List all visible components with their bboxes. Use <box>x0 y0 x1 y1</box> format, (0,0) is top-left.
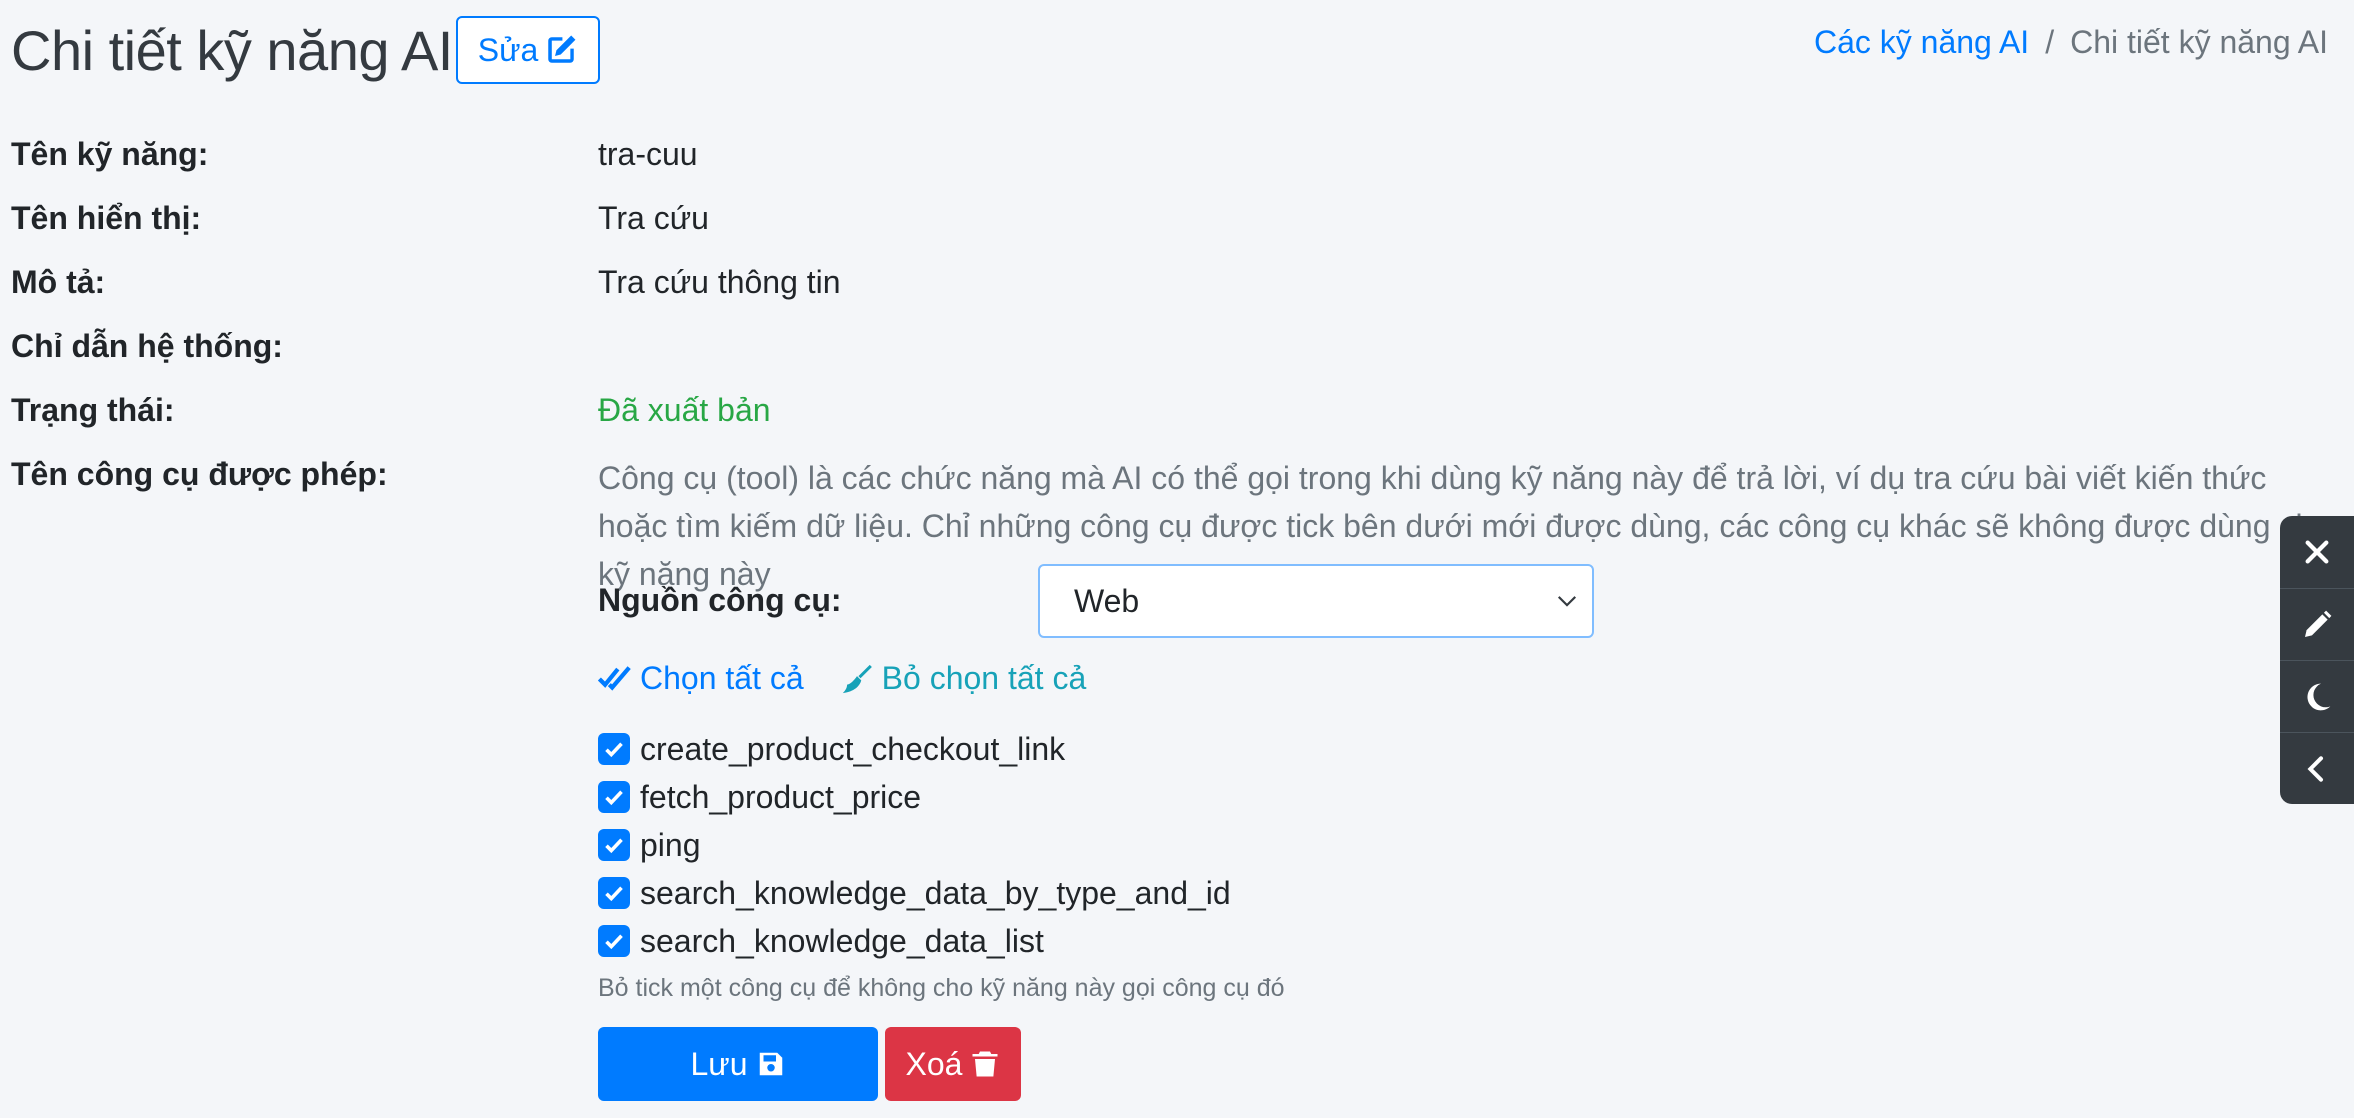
display-name-label: Tên hiển thị: <box>11 200 202 236</box>
moon-icon <box>2307 683 2331 711</box>
status-badge: Đã xuất bản <box>598 392 771 428</box>
list-item: ping <box>598 821 1231 869</box>
check-icon <box>605 838 623 854</box>
save-button[interactable]: Lưu <box>598 1027 878 1101</box>
display-name-value: Tra cứu <box>598 200 709 236</box>
edit-icon <box>548 35 576 63</box>
check-icon <box>605 886 623 902</box>
tool-checkbox[interactable] <box>598 781 630 813</box>
edit-label: Sửa <box>477 31 539 68</box>
delete-label: Xoá <box>905 1045 963 1082</box>
close-icon <box>2305 540 2329 564</box>
list-item: create_product_checkout_link <box>598 725 1231 773</box>
tool-name: search_knowledge_data_by_type_and_id <box>640 874 1231 911</box>
tool-source-select[interactable]: Web <box>1038 564 1594 638</box>
check-icon <box>605 934 623 950</box>
skill-name-label: Tên kỹ năng: <box>11 136 209 172</box>
chevron-left-icon <box>2307 756 2323 782</box>
double-check-icon <box>598 665 631 691</box>
breadcrumb-separator: / <box>2045 24 2055 60</box>
tool-checkbox[interactable] <box>598 733 630 765</box>
edit-button[interactable]: Sửa <box>456 16 600 84</box>
tool-checkbox[interactable] <box>598 925 630 957</box>
description-label: Mô tả: <box>11 264 106 300</box>
skill-name-value: tra-cuu <box>598 136 698 172</box>
allowed-tools-label: Tên công cụ được phép: <box>11 456 388 492</box>
tool-name: fetch_product_price <box>640 778 922 815</box>
tool-name: search_knowledge_data_list <box>640 922 1044 959</box>
side-toolbar <box>2280 516 2354 804</box>
select-all-link[interactable]: Chọn tất cả <box>598 660 804 697</box>
system-instruction-label: Chỉ dẫn hệ thống: <box>11 328 283 364</box>
side-edit-button[interactable] <box>2280 588 2354 661</box>
tool-checkbox[interactable] <box>598 877 630 909</box>
list-item: fetch_product_price <box>598 773 1231 821</box>
select-all-label: Chọn tất cả <box>640 660 804 696</box>
side-dark-mode-button[interactable] <box>2280 660 2354 733</box>
check-icon <box>605 742 623 758</box>
delete-button[interactable]: Xoá <box>885 1027 1021 1101</box>
broom-icon <box>842 664 872 693</box>
status-label: Trạng thái: <box>11 392 175 428</box>
breadcrumb-link-skills[interactable]: Các kỹ năng AI <box>1814 24 2029 60</box>
list-item: search_knowledge_data_by_type_and_id <box>598 869 1231 917</box>
tool-name: create_product_checkout_link <box>640 730 1066 767</box>
tool-name: ping <box>640 826 701 863</box>
tool-source-selected: Web <box>1074 582 1140 619</box>
list-item: search_knowledge_data_list <box>598 917 1231 965</box>
description-value: Tra cứu thông tin <box>598 264 841 300</box>
tools-hint: Bỏ tick một công cụ để không cho kỹ năng… <box>598 974 1285 1002</box>
side-collapse-button[interactable] <box>2280 732 2354 805</box>
tool-checkbox-list: create_product_checkout_link fetch_produ… <box>598 725 1231 965</box>
pencil-icon <box>2305 610 2332 637</box>
save-label: Lưu <box>690 1045 748 1082</box>
trash-icon <box>972 1051 998 1077</box>
side-close-button[interactable] <box>2280 516 2354 588</box>
selection-links: Chọn tất cả Bỏ chọn tất cả <box>598 660 1086 697</box>
tool-checkbox[interactable] <box>598 829 630 861</box>
deselect-all-label: Bỏ chọn tất cả <box>881 660 1087 696</box>
breadcrumb-current: Chi tiết kỹ năng AI <box>2070 24 2328 60</box>
deselect-all-link[interactable]: Bỏ chọn tất cả <box>840 660 1087 697</box>
page-title: Chi tiết kỹ năng AI <box>11 19 453 82</box>
floppy-disk-icon <box>759 1052 782 1076</box>
breadcrumb: Các kỹ năng AI / Chi tiết kỹ năng AI <box>1814 24 2328 61</box>
chevron-down-icon <box>1557 596 1577 607</box>
tool-source-label: Nguồn công cụ: <box>598 582 842 618</box>
check-icon <box>605 790 623 806</box>
